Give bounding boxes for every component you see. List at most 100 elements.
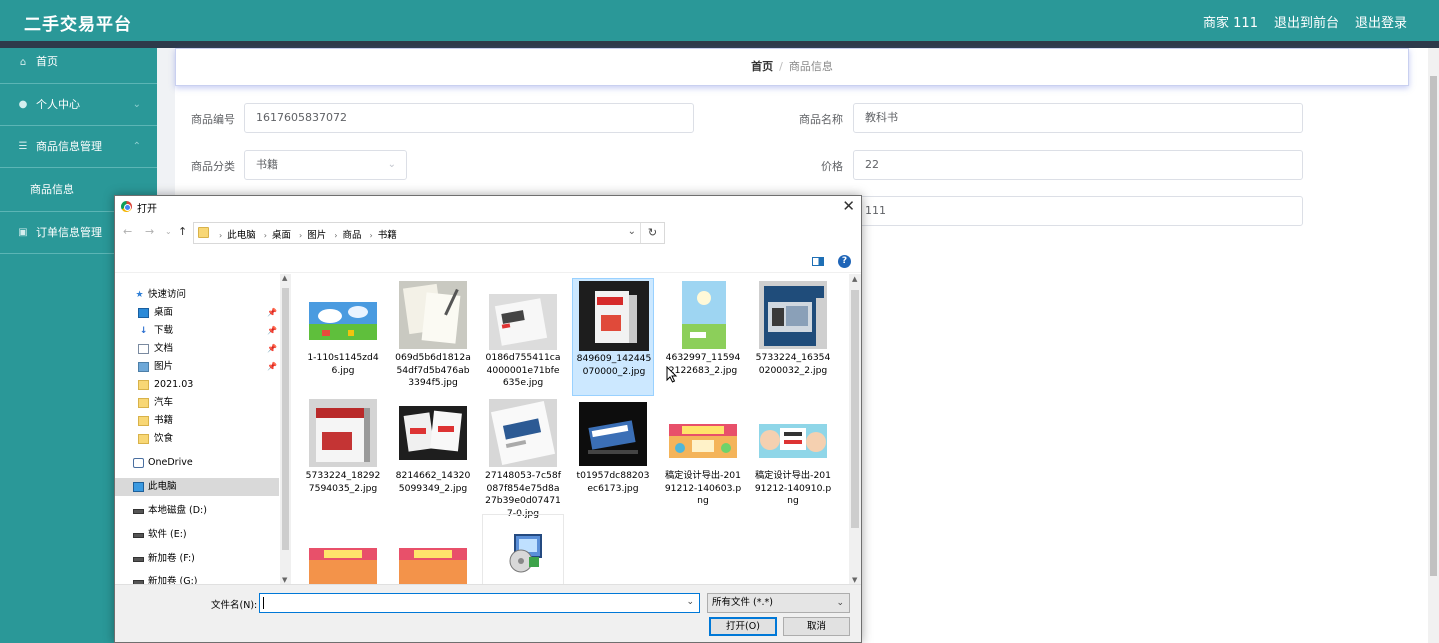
user-label[interactable]: 商家 111 bbox=[1203, 12, 1258, 31]
file-item[interactable]: t01957dc88203ec6173.jpg bbox=[572, 396, 654, 514]
path-segment[interactable]: 商品 bbox=[342, 230, 361, 241]
file-item[interactable]: 069d5b6d1812a54df7d5b476ab3394f5.jpg bbox=[392, 278, 474, 396]
path-segment[interactable]: 此电脑 bbox=[227, 230, 256, 241]
third-row-input[interactable]: 111 bbox=[853, 196, 1303, 226]
filename-input[interactable]: ⌄ bbox=[259, 593, 700, 613]
goods-code-label: 商品编号 bbox=[191, 113, 235, 126]
nav-pictures[interactable]: 图片 📌 bbox=[115, 358, 279, 376]
cancel-button[interactable]: 取消 bbox=[783, 617, 850, 636]
scroll-down-icon[interactable]: ▼ bbox=[282, 576, 287, 584]
picture-icon bbox=[138, 362, 149, 372]
breadcrumb-home[interactable]: 首页 bbox=[751, 60, 773, 73]
scroll-up-icon[interactable]: ▲ bbox=[282, 274, 287, 282]
forward-arrow-icon[interactable]: → bbox=[145, 225, 154, 238]
path-segment[interactable]: 书籍 bbox=[378, 230, 397, 241]
file-item[interactable] bbox=[302, 514, 384, 584]
file-item[interactable]: 0186d755411ca4000001e71bfe635e.jpg bbox=[482, 278, 564, 396]
sidebar-item-label: 商品信息管理 bbox=[36, 140, 102, 153]
nav-folder-cars[interactable]: 汽车 bbox=[115, 394, 279, 412]
download-icon: ↓ bbox=[139, 326, 148, 336]
nav-documents[interactable]: 文档 📌 bbox=[115, 340, 279, 358]
file-item[interactable]: 8214662_143205099349_2.jpg bbox=[392, 396, 474, 514]
file-item[interactable]: 27148053-7c58f087f854e75d8a27b39e0d07471… bbox=[482, 396, 564, 519]
nav-pane-scrollbar[interactable]: ▲ ▼ bbox=[280, 274, 291, 584]
file-list-scrollbar[interactable]: ▲ ▼ bbox=[849, 274, 861, 584]
file-item[interactable]: 稿定设计导出-20191212-140603.png bbox=[662, 396, 744, 514]
nav-label: 新加卷 (G:) bbox=[148, 576, 198, 584]
page-scrollbar-thumb[interactable] bbox=[1430, 76, 1437, 576]
back-arrow-icon[interactable]: ← bbox=[123, 225, 132, 238]
file-scrollbar-thumb[interactable] bbox=[851, 290, 859, 528]
nav-desktop[interactable]: 桌面 📌 bbox=[115, 304, 279, 322]
price-input[interactable]: 22 bbox=[853, 150, 1303, 180]
refresh-icon[interactable]: ↻ bbox=[640, 223, 664, 243]
folder-icon bbox=[198, 227, 209, 238]
user-icon: ● bbox=[18, 99, 28, 110]
dialog-title-bar: 打开 ✕ bbox=[115, 196, 861, 218]
pin-icon: 📌 bbox=[267, 326, 277, 335]
chevron-down-icon: ⌄ bbox=[387, 159, 396, 170]
nav-downloads[interactable]: ↓ 下载 📌 bbox=[115, 322, 279, 340]
scroll-up-icon[interactable]: ▲ bbox=[852, 275, 857, 283]
close-icon[interactable]: ✕ bbox=[842, 197, 855, 215]
path-segment[interactable]: 图片 bbox=[307, 230, 326, 241]
sidebar-item-goods-management[interactable]: ☰ 商品信息管理 ⌃ bbox=[0, 126, 157, 168]
open-button[interactable]: 打开(O) bbox=[709, 617, 777, 636]
nav-folder-food[interactable]: 饮食 bbox=[115, 430, 279, 448]
back-to-front-link[interactable]: 退出到前台 bbox=[1274, 12, 1339, 31]
logout-link[interactable]: 退出登录 bbox=[1355, 12, 1407, 31]
nav-folder-2021[interactable]: 2021.03 bbox=[115, 376, 279, 394]
header-links: 商家 111 退出到前台 退出登录 bbox=[1203, 12, 1407, 31]
file-item[interactable]: 5733224_163540200032_2.jpg bbox=[752, 278, 834, 396]
breadcrumb: 首页 / 商品信息 bbox=[175, 48, 1409, 86]
up-arrow-icon[interactable]: ↑ bbox=[178, 225, 187, 238]
nav-drive-f[interactable]: 新加卷 (F:) bbox=[115, 550, 279, 568]
pin-icon: 📌 bbox=[267, 344, 277, 353]
goods-code-input[interactable]: 1617605837072 bbox=[244, 103, 694, 133]
goods-category-select[interactable]: 书籍 ⌄ bbox=[244, 150, 407, 180]
file-item[interactable]: 稿定设计导出-20191212-140910.png bbox=[752, 396, 834, 514]
nav-scrollbar-thumb[interactable] bbox=[282, 288, 289, 550]
address-bar[interactable]: › 此电脑 › 桌面 › 图片 › 商品 › 书籍 ⌄ ↻ bbox=[193, 222, 665, 244]
file-type-select[interactable]: 所有文件 (*.*) ⌄ bbox=[707, 593, 850, 613]
goods-category-value: 书籍 bbox=[256, 158, 278, 171]
computer-icon bbox=[133, 482, 144, 492]
nav-label: 桌面 bbox=[154, 307, 174, 318]
nav-drive-e[interactable]: 软件 (E:) bbox=[115, 526, 279, 544]
recent-chevron-icon[interactable]: ⌄ bbox=[165, 227, 172, 236]
sidebar-item-personal[interactable]: ● 个人中心 ⌄ bbox=[0, 84, 157, 126]
path-segment[interactable]: 桌面 bbox=[272, 230, 291, 241]
top-header-bar: 二手交易平台 商家 111 退出到前台 退出登录 bbox=[0, 0, 1439, 41]
nav-label: 软件 (E:) bbox=[148, 529, 187, 540]
file-item-selected[interactable]: 849609_142445070000_2.jpg bbox=[572, 278, 654, 396]
image-thumbnail bbox=[682, 281, 726, 349]
file-item[interactable]: 1-110s1145zd46.jpg bbox=[302, 278, 384, 396]
file-item[interactable] bbox=[392, 514, 474, 584]
file-item[interactable] bbox=[482, 514, 564, 584]
sidebar-item-home[interactable]: ⌂ 首页 bbox=[0, 48, 157, 84]
nav-onedrive[interactable]: OneDrive bbox=[115, 454, 279, 472]
help-icon[interactable]: ? bbox=[838, 255, 851, 268]
nav-label: 本地磁盘 (D:) bbox=[148, 505, 207, 516]
file-list: 1-110s1145zd46.jpg 069d5b6d1812a54df7d5b… bbox=[291, 274, 849, 584]
goods-name-input[interactable]: 教科书 bbox=[853, 103, 1303, 133]
mouse-cursor-icon bbox=[666, 366, 678, 383]
preview-pane-icon[interactable] bbox=[812, 257, 824, 266]
nav-label: 此电脑 bbox=[148, 481, 177, 492]
image-thumbnail bbox=[399, 406, 467, 460]
address-path: › 此电脑 › 桌面 › 图片 › 商品 › 书籍 bbox=[214, 227, 397, 241]
nav-folder-books[interactable]: 书籍 bbox=[115, 412, 279, 430]
file-name: 5733224_163540200032_2.jpg bbox=[755, 352, 831, 376]
goods-name-label: 商品名称 bbox=[799, 113, 843, 126]
page-scrollbar[interactable] bbox=[1428, 48, 1439, 643]
path-chevron-icon: › bbox=[334, 231, 338, 240]
nav-drive-g[interactable]: 新加卷 (G:) bbox=[115, 573, 279, 584]
image-thumbnail bbox=[759, 424, 827, 458]
scroll-down-icon[interactable]: ▼ bbox=[852, 576, 857, 584]
nav-drive-d[interactable]: 本地磁盘 (D:) bbox=[115, 502, 279, 520]
nav-this-pc[interactable]: 此电脑 bbox=[115, 478, 279, 496]
nav-quick-access[interactable]: ★ 快速访问 bbox=[115, 286, 279, 304]
file-item[interactable]: 5733224_182927594035_2.jpg bbox=[302, 396, 384, 514]
chevron-down-icon[interactable]: ⌄ bbox=[628, 226, 636, 237]
chevron-down-icon[interactable]: ⌄ bbox=[686, 597, 694, 607]
